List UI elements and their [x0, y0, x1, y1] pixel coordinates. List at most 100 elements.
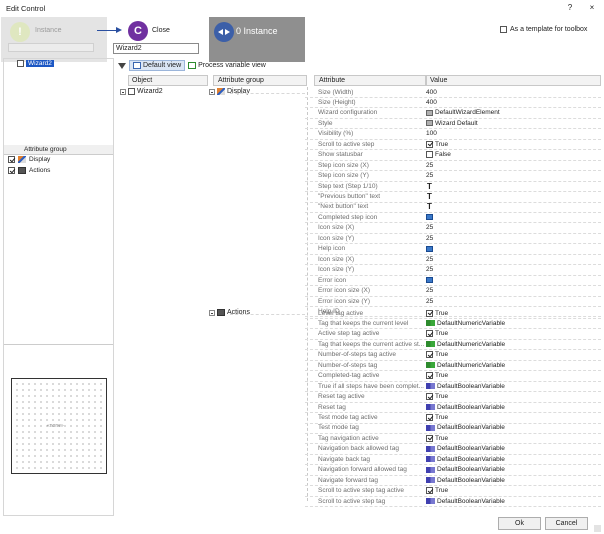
property-value[interactable]: True	[426, 330, 601, 338]
property-value[interactable]: 400	[426, 89, 601, 96]
property-value[interactable]: DefaultBooleanVariable	[426, 498, 601, 505]
property-row[interactable]: Icon size (X) 25	[314, 254, 601, 264]
property-row[interactable]: Step icon size (X) 25	[314, 160, 601, 170]
property-value[interactable]: True	[426, 434, 601, 442]
property-row[interactable]: Number-of-steps tag active True	[314, 350, 601, 360]
step-close-icon[interactable]: C	[128, 21, 148, 41]
checkbox-icon[interactable]	[426, 151, 433, 159]
property-row[interactable]: Step icon size (Y) 25	[314, 171, 601, 181]
property-row[interactable]: Tag that keeps the current active st... D…	[314, 339, 601, 349]
column-header-value[interactable]: Value	[426, 75, 601, 86]
property-value[interactable]	[426, 214, 601, 221]
property-value[interactable]: DefaultBooleanVariable	[426, 383, 601, 390]
property-value[interactable]: DefaultWizardElement	[426, 109, 601, 116]
property-row[interactable]: Navigate back tag DefaultBooleanVariable	[314, 454, 601, 464]
property-value[interactable]: 25	[426, 162, 601, 169]
property-value[interactable]: False	[426, 151, 601, 159]
column-header-attribute-group[interactable]: Attribute group	[213, 75, 307, 86]
property-value[interactable]	[426, 245, 601, 252]
property-value[interactable]: 400	[426, 99, 601, 106]
property-row[interactable]: Visibility (%) 100	[314, 129, 601, 139]
checkbox-checked-icon[interactable]	[426, 372, 433, 380]
property-value[interactable]: True	[426, 351, 601, 359]
property-row[interactable]: Number-of-steps tag DefaultNumericVariabl…	[314, 360, 601, 370]
property-row[interactable]: Completed-tag active True	[314, 371, 601, 381]
property-row[interactable]: True if all steps have been complet... De…	[314, 381, 601, 391]
checkbox-checked-icon[interactable]	[426, 414, 433, 421]
property-value[interactable]: 25	[426, 224, 601, 231]
property-value[interactable]: 100	[426, 130, 601, 137]
property-value[interactable]: 25	[426, 287, 601, 294]
process-view-button[interactable]: Process variable view	[188, 62, 266, 69]
property-row[interactable]: Test mode tag active True	[314, 413, 601, 423]
property-row[interactable]: Navigate forward tag DefaultBooleanVariab…	[314, 475, 601, 485]
property-row[interactable]: Icon size (Y) 25	[314, 233, 601, 243]
checkbox-checked-icon[interactable]	[426, 140, 433, 148]
property-value[interactable]: DefaultNumericVariable	[426, 362, 601, 369]
property-value[interactable]: True	[426, 393, 601, 401]
property-row[interactable]: Scroll to active step tag DefaultBooleanV…	[314, 496, 601, 506]
property-row[interactable]: Error icon size (X) 25	[314, 286, 601, 296]
property-value[interactable]: DefaultNumericVariable	[426, 341, 601, 348]
property-value[interactable]: DefaultNumericVariable	[426, 320, 601, 327]
property-row[interactable]: Test mode tag DefaultBooleanVariable	[314, 423, 601, 433]
property-value[interactable]	[426, 277, 601, 284]
property-value[interactable]: True	[426, 309, 601, 317]
attr-group-actions[interactable]: Actions	[8, 167, 50, 174]
checkbox-checked-icon[interactable]	[426, 434, 433, 442]
property-value[interactable]: T	[426, 203, 601, 211]
property-row[interactable]: Show statusbar False	[314, 150, 601, 160]
property-row[interactable]: "Next button" text T	[314, 202, 601, 212]
property-row[interactable]: Style Wizard Default	[314, 118, 601, 128]
property-row[interactable]: Icon size (Y) 25	[314, 265, 601, 275]
template-toggle[interactable]: As a template for toolbox	[500, 26, 587, 33]
property-value[interactable]: True	[426, 414, 601, 421]
property-row[interactable]: Error icon	[314, 275, 601, 285]
property-row[interactable]: Tag that keeps the current level DefaultN…	[314, 318, 601, 328]
filter-icon[interactable]	[118, 62, 126, 69]
checkbox-checked-icon[interactable]	[426, 487, 433, 495]
column-header-object[interactable]: Object	[128, 75, 208, 86]
property-row[interactable]: Icon size (X) 25	[314, 223, 601, 233]
property-row[interactable]: Reset tag DefaultBooleanVariable	[314, 402, 601, 412]
property-value[interactable]: DefaultBooleanVariable	[426, 445, 601, 452]
object-checkbox[interactable]	[128, 88, 135, 95]
property-value[interactable]: T	[426, 182, 601, 190]
property-value[interactable]: DefaultBooleanVariable	[426, 456, 601, 463]
checkbox-checked-icon[interactable]	[426, 351, 433, 359]
property-row[interactable]: Completed step icon	[314, 212, 601, 222]
resize-grip[interactable]	[594, 525, 601, 532]
close-window-button[interactable]: ×	[582, 1, 602, 15]
property-value[interactable]: DefaultBooleanVariable	[426, 477, 601, 484]
wizard-name-input[interactable]: Wizard2	[113, 43, 199, 54]
attr-group-display[interactable]: Display	[8, 156, 50, 163]
property-value[interactable]: 25	[426, 235, 601, 242]
property-value[interactable]: True	[426, 487, 601, 495]
property-row[interactable]: Reset tag active True	[314, 392, 601, 402]
property-row[interactable]: Scroll to active step tag active True	[314, 486, 601, 496]
collapse-icon[interactable]	[120, 88, 126, 95]
property-row[interactable]: Tag navigation active True	[314, 433, 601, 443]
property-row[interactable]: Help icon	[314, 244, 601, 254]
ok-button[interactable]: Ok	[498, 517, 541, 530]
checkbox-checked-icon[interactable]	[426, 393, 433, 401]
help-button[interactable]: ?	[560, 1, 580, 15]
tree-item-checkbox[interactable]	[17, 60, 24, 67]
object-row-wizard2[interactable]: Wizard2	[120, 88, 163, 95]
tree-item-wizard2[interactable]: Wizard2	[17, 60, 54, 67]
collapse-icon[interactable]	[209, 309, 215, 316]
property-row[interactable]: Step text (Step 1/10) T	[314, 181, 601, 191]
property-row[interactable]: Navigation back allowed tag DefaultBoolea…	[314, 444, 601, 454]
template-checkbox[interactable]	[500, 26, 507, 33]
property-row[interactable]: Navigation forward allowed tag DefaultBoo…	[314, 465, 601, 475]
property-row[interactable]: "Previous button" text T	[314, 192, 601, 202]
property-value[interactable]: True	[426, 140, 601, 148]
property-row[interactable]: Error icon size (Y) 25	[314, 296, 601, 306]
property-value[interactable]: Wizard Default	[426, 120, 601, 127]
property-value[interactable]: DefaultBooleanVariable	[426, 466, 601, 473]
property-row[interactable]: Wizard configuration DefaultWizardElement	[314, 108, 601, 118]
collapse-icon[interactable]	[209, 88, 215, 95]
property-value[interactable]: True	[426, 372, 601, 380]
property-value[interactable]: T	[426, 193, 601, 201]
property-value[interactable]: 25	[426, 266, 601, 273]
